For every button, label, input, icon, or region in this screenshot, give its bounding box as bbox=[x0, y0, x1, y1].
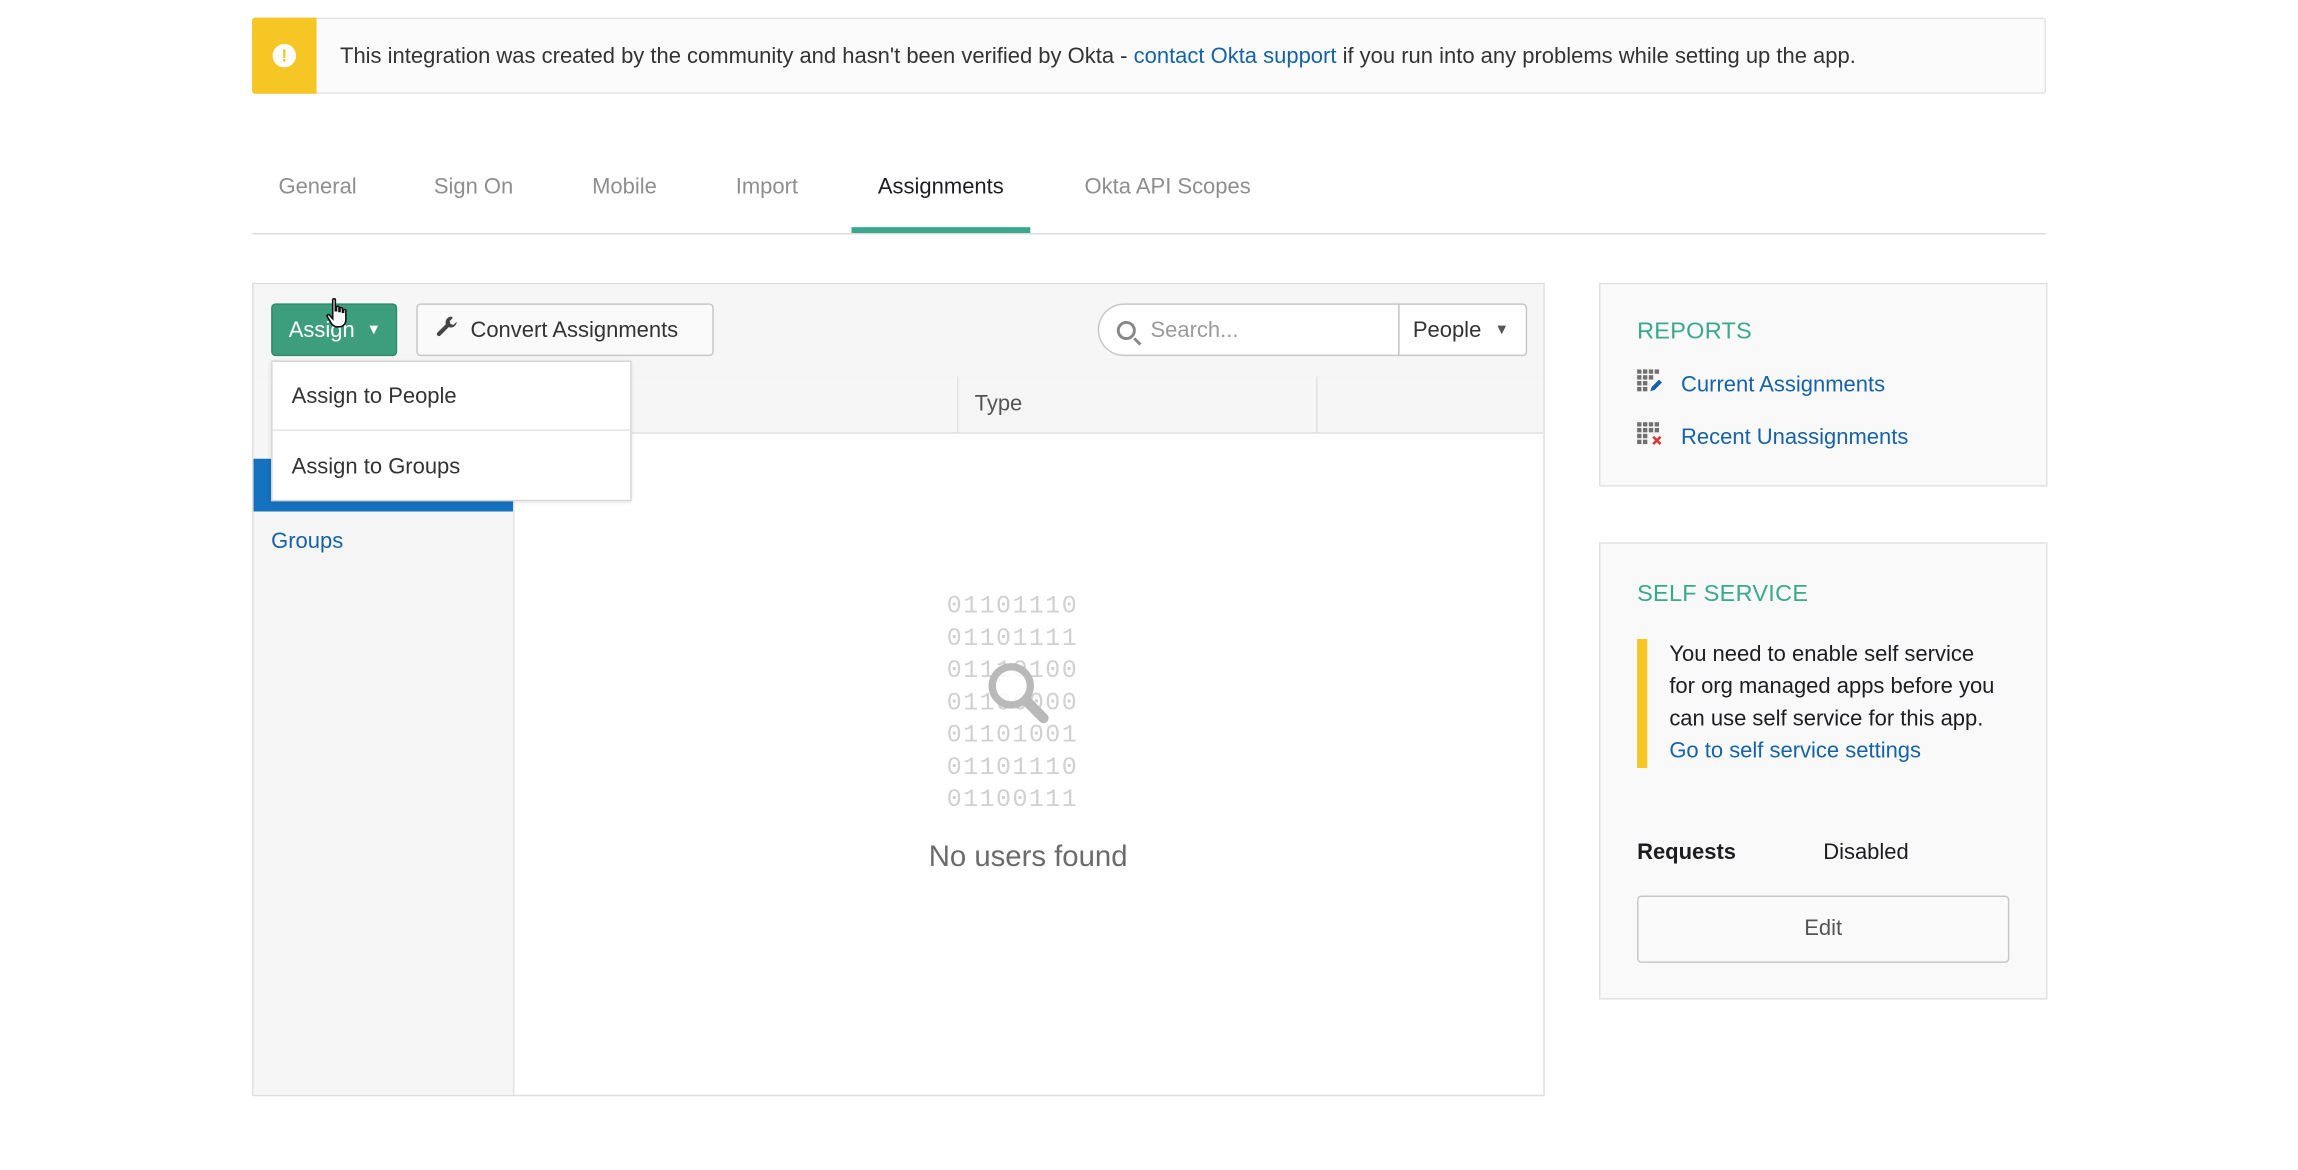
requests-label: Requests bbox=[1637, 839, 1737, 865]
column-divider bbox=[1316, 376, 1318, 433]
binary-line: 01101110 bbox=[946, 593, 1079, 622]
recent-unassignments-link[interactable]: Recent Unassignments bbox=[1637, 422, 1908, 451]
wrench-icon bbox=[435, 314, 458, 345]
banner-text: This integration was created by the comm… bbox=[340, 43, 1856, 68]
people-filter-value: People bbox=[1412, 317, 1482, 343]
binary-line: 01101111 bbox=[946, 625, 1079, 654]
tab-import[interactable]: Import bbox=[709, 158, 824, 233]
app-tabs: General Sign On Mobile Import Assignment… bbox=[252, 158, 2046, 235]
current-assignments-label: Current Assignments bbox=[1681, 371, 1886, 397]
sidebar-item-groups[interactable]: Groups bbox=[271, 529, 343, 554]
contact-support-link[interactable]: contact Okta support bbox=[1134, 43, 1337, 68]
convert-assignments-button[interactable]: Convert Assignments bbox=[416, 303, 714, 357]
community-warning-banner: ! This integration was created by the co… bbox=[252, 16, 2046, 94]
hand-cursor-icon bbox=[325, 298, 351, 338]
self-service-notice: You need to enable self service for org … bbox=[1637, 639, 2003, 768]
banner-text-before: This integration was created by the comm… bbox=[340, 43, 1134, 69]
search-input[interactable] bbox=[1147, 315, 1374, 344]
search-icon bbox=[1116, 320, 1136, 340]
reports-title: REPORTS bbox=[1637, 319, 1753, 345]
search-box[interactable] bbox=[1097, 303, 1400, 357]
tab-general[interactable]: General bbox=[252, 158, 383, 233]
self-service-notice-text: You need to enable self service for org … bbox=[1669, 641, 1995, 732]
warning-icon: ! bbox=[252, 16, 317, 94]
menu-item-assign-to-groups[interactable]: Assign to Groups bbox=[273, 432, 631, 501]
reports-panel: REPORTS Current Assignments Recent Unass… bbox=[1598, 282, 2048, 487]
people-filter-select[interactable]: People ▼ bbox=[1398, 303, 1528, 357]
current-assignments-link[interactable]: Current Assignments bbox=[1637, 369, 1885, 398]
edit-button[interactable]: Edit bbox=[1637, 895, 2010, 963]
app-page: ! This integration was created by the co… bbox=[0, 0, 2298, 1167]
binary-line: 01101001 bbox=[946, 722, 1079, 751]
self-service-settings-link[interactable]: Go to self service settings bbox=[1669, 736, 2003, 768]
requests-value: Disabled bbox=[1823, 839, 1909, 865]
magnifier-icon bbox=[985, 660, 1049, 724]
tab-assignments[interactable]: Assignments bbox=[851, 158, 1031, 234]
binary-line: 01100111 bbox=[946, 787, 1079, 815]
report-grid-remove-icon bbox=[1637, 422, 1663, 451]
table-header: Type bbox=[512, 376, 1544, 434]
caret-down-icon: ▼ bbox=[1494, 321, 1510, 338]
binary-line: 01101110 bbox=[946, 754, 1079, 783]
empty-state-message: No users found bbox=[928, 841, 1128, 874]
column-header-type[interactable]: Type bbox=[975, 377, 1023, 433]
tab-sign-on[interactable]: Sign On bbox=[407, 158, 539, 233]
self-service-title: SELF SERVICE bbox=[1637, 581, 1809, 607]
tab-mobile[interactable]: Mobile bbox=[566, 158, 684, 233]
convert-assignments-label: Convert Assignments bbox=[470, 317, 679, 343]
self-service-panel: SELF SERVICE You need to enable self ser… bbox=[1598, 542, 2048, 1000]
assign-dropdown-menu: Assign to People Assign to Groups bbox=[271, 360, 632, 502]
report-grid-edit-icon bbox=[1637, 369, 1663, 398]
caret-down-icon: ▼ bbox=[366, 321, 381, 338]
empty-state: 01101110 01101111 01110100 01100000 0110… bbox=[513, 577, 1543, 885]
column-divider bbox=[957, 376, 959, 433]
tab-okta-api-scopes[interactable]: Okta API Scopes bbox=[1058, 158, 1277, 233]
recent-unassignments-label: Recent Unassignments bbox=[1681, 424, 1909, 450]
banner-text-after: if you run into any problems while setti… bbox=[1336, 43, 1856, 69]
menu-item-assign-to-people[interactable]: Assign to People bbox=[272, 362, 631, 431]
